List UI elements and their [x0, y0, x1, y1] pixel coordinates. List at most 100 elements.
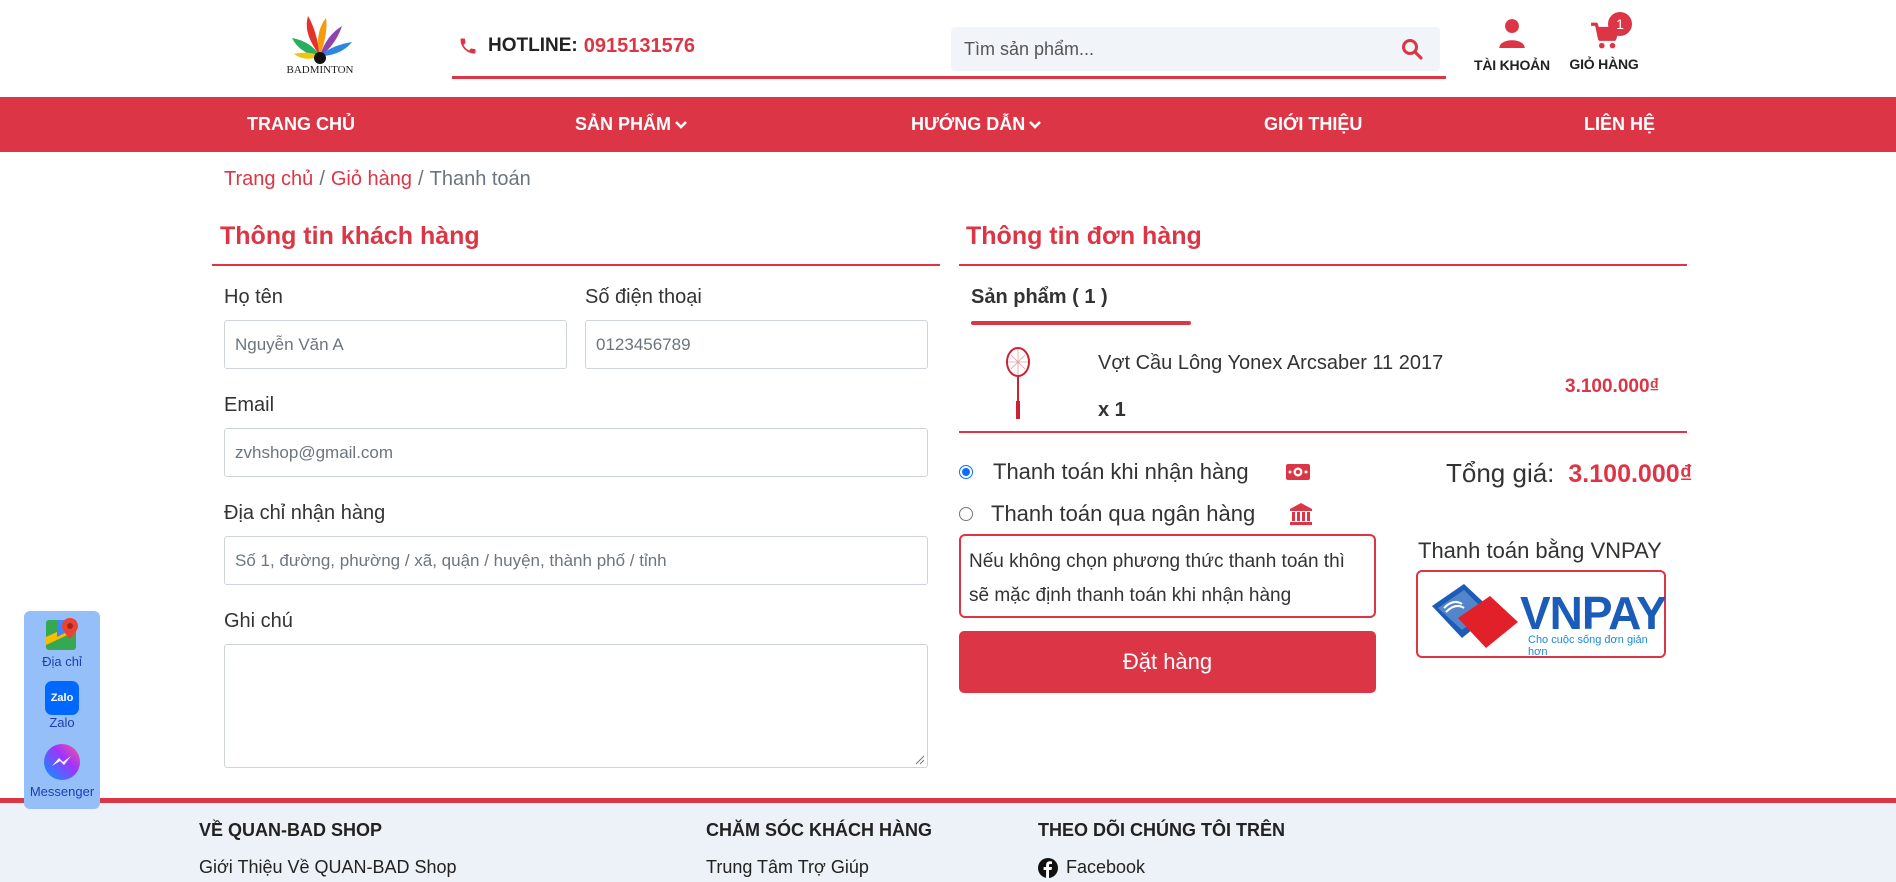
name-field: [224, 320, 567, 369]
money-icon: [1285, 464, 1310, 480]
search-bar: [951, 27, 1440, 71]
racket-image-icon: [1006, 347, 1030, 419]
header-divider: [452, 76, 1446, 79]
total-value: 3.100.000₫: [1568, 460, 1693, 488]
vnpay-slogan: Cho cuộc sống đơn giản hơn: [1528, 634, 1648, 658]
logo-feathers-icon: [292, 16, 352, 64]
nav-item-about[interactable]: GIỚI THIỆU: [1264, 97, 1362, 152]
main-nav: TRANG CHỦ SẢN PHẨM HƯỚNG DẪN GIỚI THIỆU …: [0, 97, 1896, 152]
note-field: [224, 644, 928, 768]
logo[interactable]: BADMINTON: [280, 12, 360, 78]
order-info-title: Thông tin đơn hàng: [966, 222, 1202, 250]
address-input[interactable]: [225, 537, 927, 584]
logo-text: BADMINTON: [286, 64, 354, 76]
nav-item-label: LIÊN HỆ: [1584, 114, 1656, 134]
customer-info-title: Thông tin khách hàng: [220, 222, 480, 250]
vnpay-button[interactable]: VNPAY Cho cuộc sống đơn giản hơn: [1416, 570, 1667, 658]
site-header: BADMINTON HOTLINE: 0915131576 TÀI KHOẢN: [0, 0, 1896, 97]
product-image[interactable]: [998, 345, 1038, 423]
nav-item-products[interactable]: SẢN PHẨM: [575, 97, 688, 152]
zalo-icon-text: Zalo: [50, 692, 74, 704]
footer-about-link-label: Giới Thiệu Về QUAN-BAD Shop: [199, 857, 457, 877]
breadcrumb-cart[interactable]: Giỏ hàng: [331, 168, 412, 191]
footer-support-link-label: Trung Tâm Trợ Giúp: [706, 857, 869, 877]
vnpay-logo-icon: [1432, 584, 1518, 648]
nav-item-label: TRANG CHỦ: [247, 114, 355, 134]
breadcrumb-home[interactable]: Trang chủ: [224, 168, 313, 191]
resize-handle-icon[interactable]: [915, 755, 925, 765]
nav-item-label: GIỚI THIỆU: [1264, 114, 1363, 134]
order-total: Tổng giá: 3.100.000₫: [1446, 458, 1692, 489]
nav-item-label: SẢN PHẨM: [575, 114, 672, 134]
contact-messenger-label: Messenger: [29, 784, 95, 799]
email-label: Email: [224, 394, 275, 416]
vnpay-logo-text: VNPAY: [1520, 587, 1667, 639]
footer-follow-title: THEO DÕI CHÚNG TÔI TRÊN: [1038, 820, 1285, 840]
payment-option-bank[interactable]: Thanh toán qua ngân hàng: [959, 499, 1313, 529]
payment-option-cod[interactable]: Thanh toán khi nhận hàng: [959, 457, 1311, 487]
breadcrumb-current: Thanh toán: [429, 168, 531, 190]
products-tab[interactable]: Sản phẩm ( 1 ): [971, 286, 1108, 309]
nav-item-home[interactable]: TRANG CHỦ: [247, 97, 355, 152]
name-input[interactable]: [225, 321, 566, 368]
hotline[interactable]: HOTLINE: 0915131576: [458, 32, 695, 60]
footer-about-link[interactable]: Giới Thiệu Về QUAN-BAD Shop: [199, 857, 457, 878]
facebook-icon: [1038, 857, 1058, 878]
phone-input[interactable]: [586, 321, 927, 368]
total-label: Tổng giá:: [1446, 458, 1555, 488]
cart-button[interactable]: 1 GIỎ HÀNG: [1562, 12, 1646, 78]
note-label: Ghi chú: [224, 610, 293, 632]
footer-about-title: VỀ QUAN-BAD SHOP: [199, 820, 383, 840]
cod-radio[interactable]: [959, 465, 973, 479]
breadcrumb-separator: /: [418, 168, 424, 190]
place-order-button[interactable]: Đặt hàng: [959, 631, 1376, 693]
product-name[interactable]: Vợt Cầu Lông Yonex Arcsaber 11 2017: [1098, 352, 1443, 375]
contact-zalo[interactable]: Zalo Zalo: [24, 681, 100, 730]
cart-count-badge: 1: [1608, 12, 1632, 36]
phone-icon: [460, 38, 476, 54]
phone-label: Số điện thoại: [585, 286, 702, 308]
contact-messenger[interactable]: Messenger: [24, 743, 100, 799]
chevron-down-icon: [1029, 120, 1042, 129]
contact-map[interactable]: Địa chỉ: [24, 617, 100, 669]
customer-title-underline: [212, 264, 940, 266]
note-textarea[interactable]: [225, 645, 927, 767]
order-title-underline: [959, 264, 1687, 266]
footer-support-link[interactable]: Trung Tâm Trợ Giúp: [706, 857, 869, 878]
map-icon: [46, 618, 78, 650]
footer-facebook-link[interactable]: Facebook: [1038, 857, 1145, 878]
breadcrumb: Trang chủ / Giỏ hàng / Thanh toán: [224, 168, 531, 191]
user-icon: [1499, 19, 1525, 48]
products-tab-indicator: [971, 321, 1191, 325]
account-button[interactable]: TÀI KHOẢN: [1470, 18, 1554, 78]
cart-label: GIỎ HÀNG: [1569, 56, 1639, 72]
contact-widget: Địa chỉ Zalo Zalo Messenger: [24, 611, 100, 809]
search-input[interactable]: [951, 27, 1381, 71]
bank-radio[interactable]: [959, 507, 973, 521]
email-field: [224, 428, 928, 477]
email-input[interactable]: [225, 429, 927, 476]
nav-item-guide[interactable]: HƯỚNG DẪN: [911, 97, 1042, 152]
nav-item-label: HƯỚNG DẪN: [911, 114, 1026, 134]
vnpay-title: Thanh toán bằng VNPAY: [1418, 538, 1662, 563]
address-label: Địa chỉ nhận hàng: [224, 502, 386, 524]
chevron-down-icon: [675, 120, 687, 129]
phone-field: [585, 320, 928, 369]
hotline-label: HOTLINE:: [488, 35, 578, 56]
bank-icon: [1290, 503, 1313, 525]
search-button[interactable]: [1400, 37, 1426, 63]
product-price: 3.100.000₫: [1565, 376, 1660, 397]
hotline-number[interactable]: 0915131576: [584, 35, 695, 58]
cod-label: Thanh toán khi nhận hàng: [993, 459, 1249, 484]
payment-note: Nếu không chọn phương thức thanh toán th…: [959, 534, 1376, 618]
contact-zalo-label: Zalo: [49, 715, 75, 730]
messenger-icon: [44, 744, 80, 780]
bank-label: Thanh toán qua ngân hàng: [991, 501, 1256, 526]
name-label: Họ tên: [224, 286, 283, 308]
product-divider: [959, 431, 1687, 433]
account-label: TÀI KHOẢN: [1474, 57, 1550, 73]
breadcrumb-separator: /: [319, 168, 325, 190]
nav-item-contact[interactable]: LIÊN HỆ: [1584, 97, 1655, 152]
site-footer: VỀ QUAN-BAD SHOP Giới Thiệu Về QUAN-BAD …: [0, 798, 1896, 882]
footer-support-title: CHĂM SÓC KHÁCH HÀNG: [706, 820, 932, 840]
